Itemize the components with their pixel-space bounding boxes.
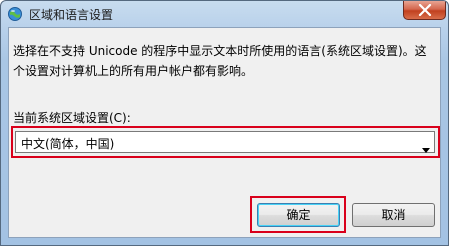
close-icon — [418, 4, 432, 16]
window-title: 区域和语言设置 — [29, 8, 114, 22]
title-bar[interactable]: 区域和语言设置 — [1, 1, 448, 27]
region-language-icon — [7, 6, 23, 22]
chevron-down-icon[interactable] — [422, 138, 430, 157]
system-locale-dropdown[interactable]: 中文(简体，中国) — [15, 131, 435, 153]
close-button[interactable] — [403, 1, 446, 20]
cancel-button[interactable]: 取消 — [352, 203, 435, 227]
description-text: 选择在不支持 Unicode 的程序中显示文本时所使用的语言(系统区域设置)。这… — [13, 44, 427, 78]
system-locale-value: 中文(简体，中国) — [21, 137, 115, 151]
dialog-body: 选择在不支持 Unicode 的程序中显示文本时所使用的语言(系统区域设置)。这… — [8, 27, 441, 238]
ok-button[interactable]: 确定 — [257, 203, 340, 227]
dialog-window: 区域和语言设置 选择在不支持 Unicode 的程序中显示文本时所使用的语言(系… — [0, 0, 449, 246]
system-locale-label: 当前系统区域设置(C): — [13, 111, 131, 125]
